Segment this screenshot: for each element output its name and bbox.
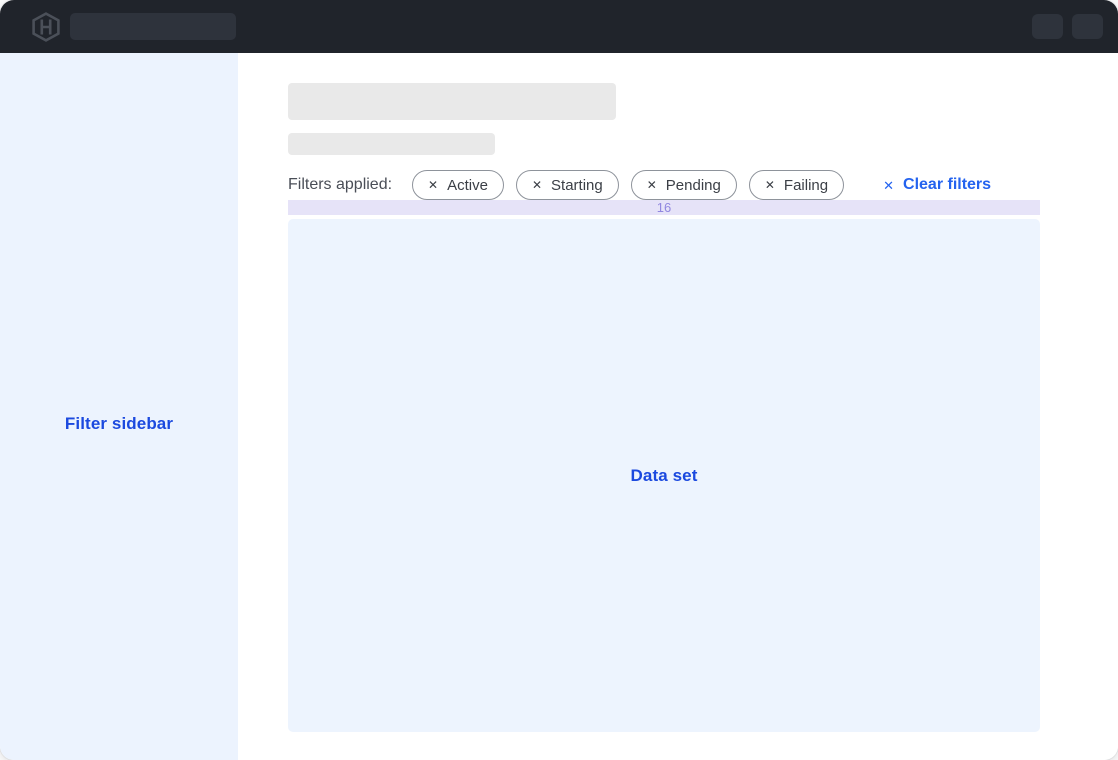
topbar-actions — [1032, 14, 1103, 39]
remove-filter-icon[interactable]: ✕ — [647, 179, 657, 191]
app-window: Filter sidebar Filters applied: ✕ Active… — [0, 0, 1118, 760]
clear-filters-label: Clear filters — [903, 176, 991, 194]
topbar — [0, 0, 1118, 53]
remove-filter-icon[interactable]: ✕ — [765, 179, 775, 191]
filter-chip-pending[interactable]: ✕ Pending — [631, 170, 737, 200]
clear-filters-link[interactable]: ✕ Clear filters — [883, 176, 991, 194]
subtitle-placeholder — [288, 133, 495, 155]
remove-filter-icon[interactable]: ✕ — [532, 179, 542, 191]
filter-chip-failing[interactable]: ✕ Failing — [749, 170, 844, 200]
filter-chip-label: Active — [447, 177, 488, 194]
result-count-bar: 16 — [288, 200, 1040, 215]
filter-chip-active[interactable]: ✕ Active — [412, 170, 504, 200]
filter-chip-label: Failing — [784, 177, 828, 194]
dataset-label: Data set — [631, 466, 698, 486]
filter-chip-starting[interactable]: ✕ Starting — [516, 170, 619, 200]
filter-sidebar-label: Filter sidebar — [65, 414, 173, 434]
search-input[interactable] — [70, 13, 236, 40]
filter-chip-label: Starting — [551, 177, 603, 194]
main-content: Filters applied: ✕ Active ✕ Starting ✕ P… — [238, 53, 1118, 760]
title-placeholder — [288, 83, 616, 120]
result-count-value: 16 — [657, 200, 671, 215]
filter-sidebar: Filter sidebar — [0, 53, 238, 760]
hashicorp-logo-icon — [32, 12, 60, 42]
filter-chip-label: Pending — [666, 177, 721, 194]
topbar-button-1[interactable] — [1032, 14, 1063, 39]
dataset-area[interactable]: Data set — [288, 219, 1040, 732]
filters-applied-label: Filters applied: — [288, 176, 392, 194]
clear-filters-x-icon: ✕ — [883, 179, 894, 192]
topbar-button-2[interactable] — [1072, 14, 1103, 39]
filters-applied-row: Filters applied: ✕ Active ✕ Starting ✕ P… — [288, 170, 1040, 200]
remove-filter-icon[interactable]: ✕ — [428, 179, 438, 191]
